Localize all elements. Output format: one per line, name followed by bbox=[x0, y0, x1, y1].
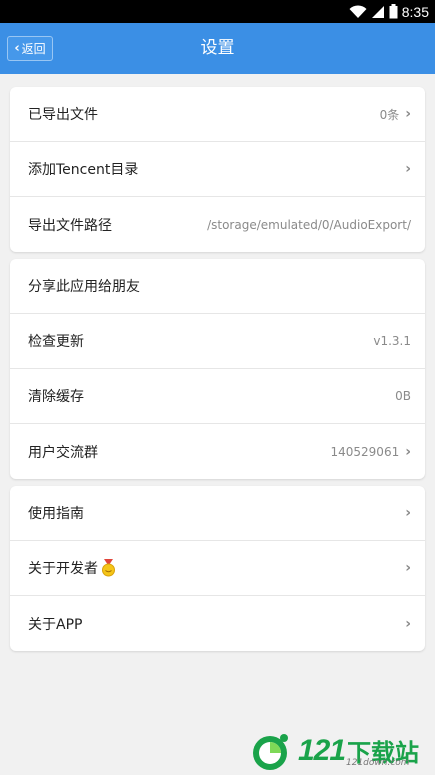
user-guide-item[interactable]: 使用指南 › bbox=[10, 486, 425, 541]
wifi-icon bbox=[349, 4, 367, 18]
add-tencent-dir-item[interactable]: 添加Tencent目录 › bbox=[10, 142, 425, 197]
status-bar: 8:35 bbox=[0, 0, 435, 23]
clear-cache-label: 清除缓存 bbox=[28, 389, 84, 405]
exported-files-item[interactable]: 已导出文件 0条 › bbox=[10, 87, 425, 142]
about-developer-item[interactable]: 关于开发者 › bbox=[10, 541, 425, 596]
watermark-sub: 121down.com bbox=[346, 758, 410, 768]
chevron-right-icon: › bbox=[405, 106, 411, 122]
chevron-right-icon: › bbox=[405, 161, 411, 177]
user-group-number: 140529061 bbox=[330, 444, 400, 459]
chevron-right-icon: › bbox=[405, 560, 411, 576]
add-tencent-dir-label: 添加Tencent目录 bbox=[28, 162, 139, 178]
check-update-label: 检查更新 bbox=[28, 334, 84, 350]
cache-size-value: 0B bbox=[395, 389, 411, 403]
watermark-ball-icon bbox=[248, 730, 296, 772]
battery-icon bbox=[389, 4, 398, 19]
export-path-label: 导出文件路径 bbox=[28, 217, 112, 234]
chevron-right-icon: › bbox=[405, 505, 411, 521]
export-path-item[interactable]: 导出文件路径 /storage/emulated/0/AudioExport/ bbox=[10, 197, 425, 252]
chevron-right-icon: › bbox=[405, 615, 411, 632]
export-path-value: /storage/emulated/0/AudioExport/ bbox=[207, 217, 411, 232]
app-bar: 设置 ‹ 返回 bbox=[0, 23, 435, 74]
user-guide-label: 使用指南 bbox=[28, 506, 84, 522]
back-button[interactable]: ‹ 返回 bbox=[7, 36, 53, 61]
chevron-right-icon: › bbox=[405, 443, 411, 460]
settings-group-app: 分享此应用给朋友 检查更新 v1.3.1 清除缓存 0B 用户交流群 14052… bbox=[10, 259, 425, 479]
user-group-item[interactable]: 用户交流群 140529061 › bbox=[10, 424, 425, 479]
settings-group-export: 已导出文件 0条 › 添加Tencent目录 › 导出文件路径 /storage… bbox=[10, 87, 425, 252]
check-update-item[interactable]: 检查更新 v1.3.1 bbox=[10, 314, 425, 369]
exported-files-label: 已导出文件 bbox=[28, 107, 98, 123]
share-app-label: 分享此应用给朋友 bbox=[28, 279, 140, 295]
user-group-label: 用户交流群 bbox=[28, 444, 98, 461]
page-title: 设置 bbox=[200, 38, 235, 58]
settings-group-about: 使用指南 › 关于开发者 › 关于APP › bbox=[10, 486, 425, 651]
about-developer-label: 关于开发者 bbox=[28, 561, 98, 577]
version-value: v1.3.1 bbox=[373, 334, 411, 348]
about-app-item[interactable]: 关于APP › bbox=[10, 596, 425, 651]
back-button-label: 返回 bbox=[21, 42, 46, 56]
exported-files-count: 0条 bbox=[379, 107, 400, 122]
signal-icon bbox=[371, 5, 384, 18]
about-app-label: 关于APP bbox=[28, 616, 83, 633]
share-app-item[interactable]: 分享此应用给朋友 bbox=[10, 259, 425, 314]
status-time: 8:35 bbox=[401, 3, 429, 20]
watermark-logo: 121 下载站 121down.com bbox=[248, 728, 433, 773]
watermark-number: 121 bbox=[298, 733, 346, 767]
chevron-left-icon: ‹ bbox=[14, 41, 20, 56]
medal-icon bbox=[102, 559, 115, 577]
clear-cache-item[interactable]: 清除缓存 0B bbox=[10, 369, 425, 424]
